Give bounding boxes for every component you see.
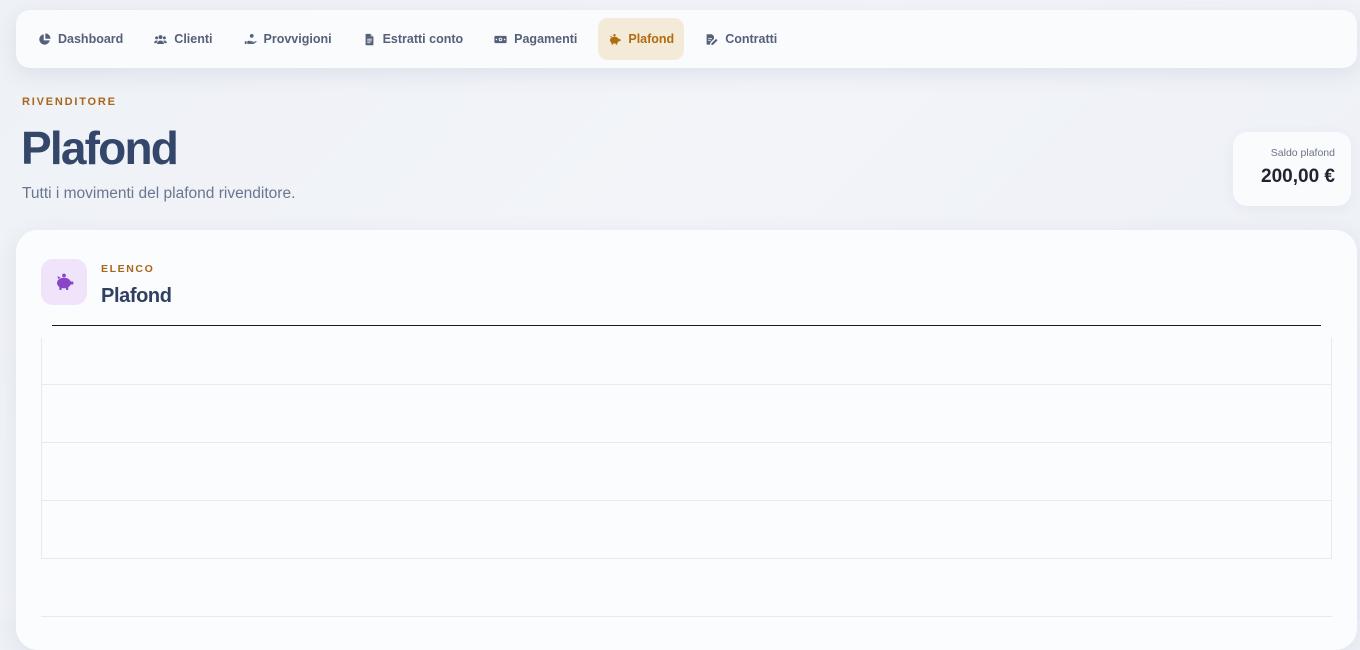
document-icon <box>365 33 373 45</box>
nav-item-estratti-conto[interactable]: Estratti conto <box>353 18 474 60</box>
nav-item-label: Provvigioni <box>263 32 332 46</box>
plafond-table <box>41 338 1332 559</box>
nav-item-clienti[interactable]: Clienti <box>144 18 222 60</box>
nav-item-label: Contratti <box>725 32 778 46</box>
chart-pie-icon <box>39 32 51 45</box>
nav-item-label: Clienti <box>174 32 213 46</box>
plafond-list-card: ELENCO Plafond <box>16 230 1357 650</box>
card-icon-badge <box>41 259 87 305</box>
nav-item-pagamenti[interactable]: Pagamenti <box>484 18 587 60</box>
nav-item-dashboard[interactable]: Dashboard <box>28 18 133 60</box>
nav-item-plafond[interactable]: Plafond <box>598 18 685 60</box>
card-title: Plafond <box>101 285 172 307</box>
table-header-divider <box>52 325 1321 326</box>
piggy-bank-icon <box>610 33 621 45</box>
page-title: Plafond <box>21 122 179 174</box>
users-icon <box>154 34 168 44</box>
table-row <box>42 385 1331 443</box>
nav-item-label: Estratti conto <box>382 32 464 46</box>
piggy-bank-icon <box>57 273 74 290</box>
hand-coin-icon <box>244 33 257 44</box>
nav-item-provvigioni[interactable]: Provvigioni <box>234 18 342 60</box>
nav-item-label: Dashboard <box>58 32 124 46</box>
balance-value: 200,00 € <box>1261 166 1335 187</box>
table-row <box>42 443 1331 501</box>
contract-signature-icon <box>706 33 718 45</box>
money-bill-icon <box>494 35 507 43</box>
page-subtitle: Tutti i movimenti del plafond rivenditor… <box>22 185 296 202</box>
card-eyebrow: ELENCO <box>101 263 155 275</box>
page-eyebrow: RIVENDITORE <box>22 96 117 108</box>
table-row <box>42 501 1331 559</box>
balance-label: Saldo plafond <box>1270 147 1335 159</box>
nav-item-label: Pagamenti <box>514 32 578 46</box>
nav-item-contratti[interactable]: Contratti <box>695 18 787 60</box>
balance-card: Saldo plafond 200,00 € <box>1233 132 1351 206</box>
table-row <box>42 338 1331 385</box>
table-footer-divider <box>41 616 1332 617</box>
nav-item-label: Plafond <box>628 32 675 46</box>
top-navigation: Dashboard Clienti Provvigioni Estratti c… <box>16 10 1357 68</box>
